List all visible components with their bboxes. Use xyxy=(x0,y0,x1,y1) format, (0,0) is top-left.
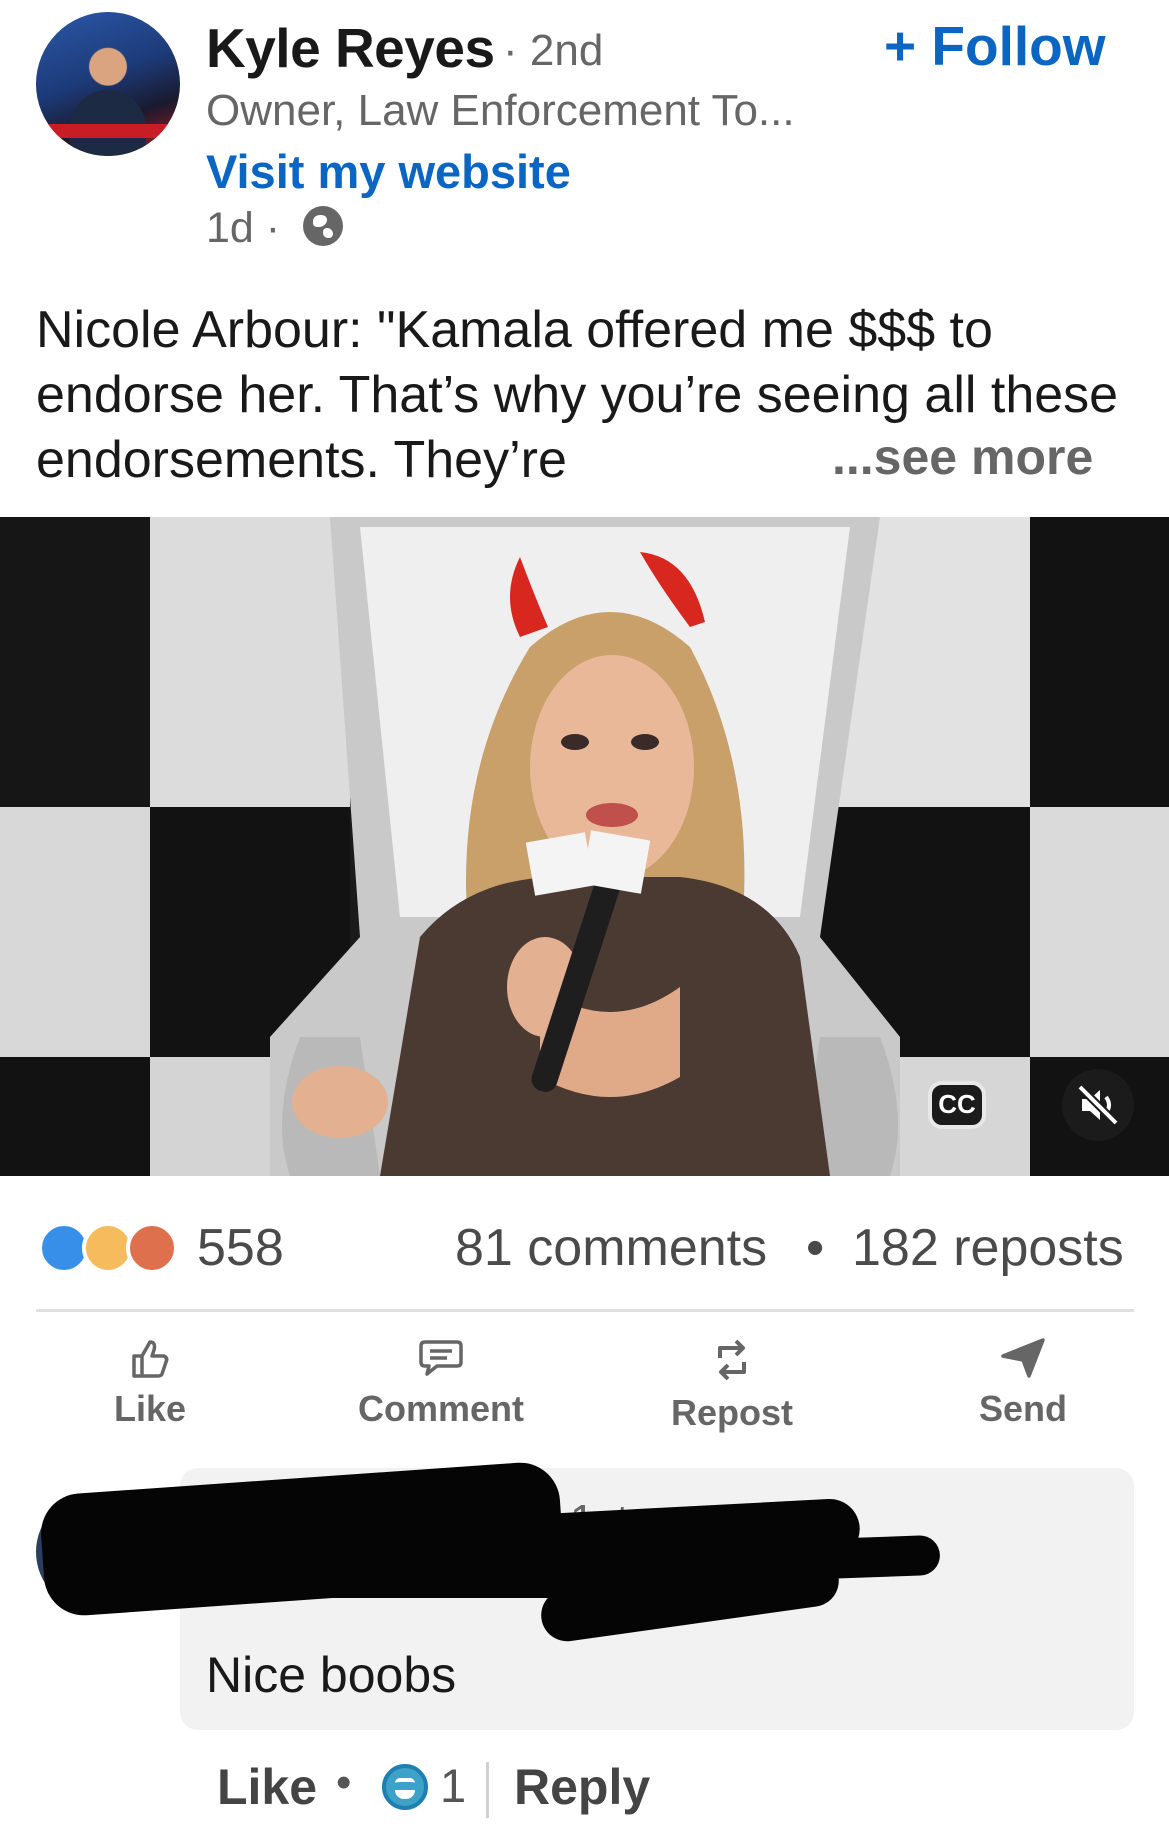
like-label: Like xyxy=(113,1388,187,1429)
post-timestamp: 1d · xyxy=(206,204,281,252)
globe-icon xyxy=(303,206,343,246)
follow-button[interactable]: + Follow xyxy=(884,14,1106,78)
repost-label: Repost xyxy=(670,1392,793,1433)
author-headline: Owner, Law Enforcement To... xyxy=(206,86,795,135)
send-button[interactable]: Send xyxy=(923,1336,1123,1430)
comment-label: Comment xyxy=(357,1388,524,1429)
divider xyxy=(486,1762,489,1818)
comment-like-button[interactable]: Like xyxy=(217,1758,317,1816)
connection-degree: · 2nd xyxy=(503,26,604,75)
speaker-muted-icon[interactable] xyxy=(1062,1069,1134,1141)
send-label: Send xyxy=(978,1388,1067,1429)
funny-reaction-icon[interactable] xyxy=(382,1764,428,1810)
speech-bubble-icon xyxy=(419,1340,463,1376)
author-name[interactable]: Kyle Reyes xyxy=(206,16,495,80)
post-video[interactable] xyxy=(0,517,1169,1176)
comments-count[interactable]: 81 comments xyxy=(455,1218,767,1278)
comment-reaction-count[interactable]: 1 xyxy=(440,1758,466,1813)
video-frame xyxy=(0,517,1169,1176)
comment-text: Nice boobs xyxy=(206,1647,457,1703)
reaction-icons[interactable] xyxy=(38,1222,184,1274)
see-more-link[interactable]: ...see more xyxy=(832,428,1093,486)
repost-button[interactable]: Repost xyxy=(632,1336,832,1434)
divider xyxy=(36,1309,1134,1312)
reaction-count[interactable]: 558 xyxy=(197,1218,284,1278)
repost-arrows-icon xyxy=(718,1339,746,1381)
comment-reply-button[interactable]: Reply xyxy=(514,1758,650,1816)
comment-button[interactable]: Comment xyxy=(341,1336,541,1430)
reposts-count[interactable]: 182 reposts xyxy=(852,1218,1124,1278)
mute-glyph xyxy=(1077,1084,1119,1126)
avatar-news-ticker xyxy=(36,124,180,138)
love-reaction-icon xyxy=(126,1222,178,1274)
thumbs-up-icon xyxy=(132,1340,169,1378)
author-avatar[interactable] xyxy=(36,12,180,156)
closed-captions-button[interactable]: CC xyxy=(928,1081,986,1129)
visit-website-link[interactable]: Visit my website xyxy=(206,144,571,199)
separator-dot: • xyxy=(806,1219,825,1277)
paper-plane-icon xyxy=(1001,1338,1045,1378)
separator-dot: • xyxy=(336,1758,352,1807)
avatar-figure xyxy=(70,90,146,156)
like-button[interactable]: Like xyxy=(50,1336,250,1430)
